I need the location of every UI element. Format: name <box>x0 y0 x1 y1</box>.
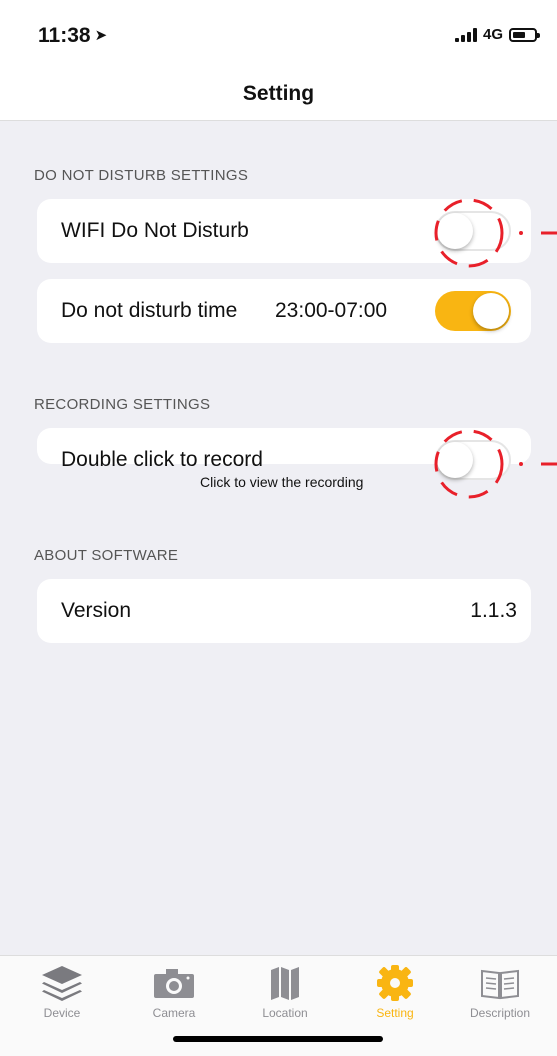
toggle-knob <box>473 293 509 329</box>
signal-icon <box>454 27 477 42</box>
map-icon <box>271 967 299 1000</box>
annotation-circle-wifi <box>434 198 557 268</box>
status-time: 11:38 ➤ <box>38 24 108 47</box>
home-indicator <box>173 1036 383 1042</box>
row-dnd-time: Do not disturb time 23:00-07:00 <box>37 279 531 343</box>
layers-icon <box>42 966 82 1001</box>
tab-camera[interactable]: Camera <box>124 962 224 1020</box>
section-title-about: ABOUT SOFTWARE <box>34 547 179 564</box>
battery-icon <box>509 27 540 42</box>
nav-bar: Setting <box>0 80 557 121</box>
section-title-dnd: DO NOT DISTURB SETTINGS <box>34 167 249 184</box>
settings-content: DO NOT DISTURB SETTINGS WIFI Do Not Dist… <box>0 121 557 955</box>
double-click-label: Double click to record <box>61 448 263 471</box>
version-label: Version <box>61 599 132 622</box>
camera-icon <box>154 969 194 998</box>
wifi-dnd-label: WIFI Do Not Disturb <box>61 219 249 242</box>
page-title: Setting <box>242 82 315 105</box>
tab-setting[interactable]: Setting <box>345 962 445 1020</box>
double-click-sublabel: Click to view the recording <box>200 474 364 490</box>
network-type: 4G <box>482 26 503 43</box>
tab-location[interactable]: Location <box>235 962 335 1020</box>
row-version: Version 1.1.3 <box>37 579 531 643</box>
tab-label: Device <box>43 1006 81 1020</box>
tab-label: Description <box>469 1006 531 1020</box>
gear-icon <box>377 965 413 1001</box>
version-value: 1.1.3 <box>470 599 517 622</box>
tab-label: Setting <box>376 1006 414 1020</box>
dnd-time-label: Do not disturb time <box>61 299 238 322</box>
dnd-time-value[interactable]: 23:00-07:00 <box>275 299 387 323</box>
section-title-recording: RECORDING SETTINGS <box>34 396 211 413</box>
status-bar: 11:38 ➤ 4G <box>0 0 557 80</box>
tab-label: Camera <box>152 1006 196 1020</box>
tab-description[interactable]: Description <box>450 962 550 1020</box>
location-arrow-icon: ➤ <box>94 27 108 44</box>
tab-device[interactable]: Device <box>12 962 112 1020</box>
status-indicators: 4G <box>454 26 540 43</box>
annotation-circle-record <box>434 429 557 499</box>
dnd-time-toggle[interactable] <box>435 291 511 331</box>
tab-label: Location <box>262 1006 308 1020</box>
book-icon <box>481 969 519 1000</box>
